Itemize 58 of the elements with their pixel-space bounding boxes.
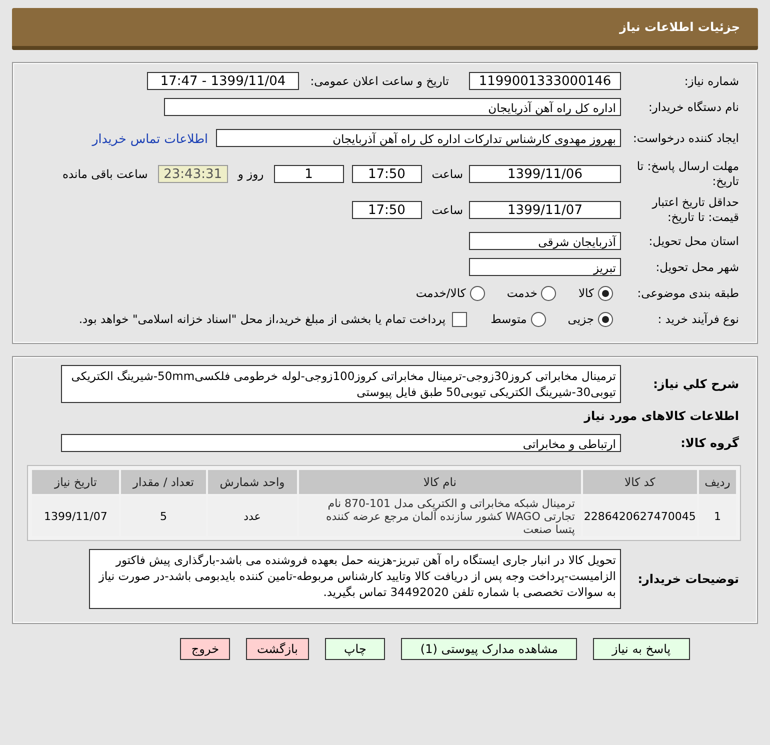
value-field: بهروز مهدوی کارشناس تدارکات اداره کل راه آهن آذربایجان bbox=[216, 129, 621, 147]
column-header: واحد شمارش bbox=[208, 470, 297, 494]
column-header: ردیف bbox=[698, 470, 736, 494]
page-title: جزئیات اطلاعات نیاز bbox=[619, 20, 740, 34]
field-label: نوع فرآیند خرید : bbox=[656, 312, 740, 326]
action-button[interactable]: چاپ bbox=[325, 638, 386, 660]
value-field: ارتباطی و مخابراتی bbox=[61, 434, 621, 452]
field-label: طبقه بندی موضوعی: bbox=[636, 286, 740, 300]
field-label: تاریخ و ساعت اعلان عمومی: bbox=[309, 74, 449, 88]
radio-button[interactable] bbox=[470, 286, 485, 300]
field-label: روز و bbox=[238, 167, 264, 181]
value-field: 1199001333000146 bbox=[469, 72, 621, 90]
radio-button[interactable] bbox=[530, 312, 546, 326]
value-field: 17:50 bbox=[352, 201, 422, 219]
radio-label: کالا bbox=[578, 286, 594, 300]
notes-field: تحویل کالا در انبار جاری ایستگاه راه آهن تبریز-هزینه حمل بعهده فروشنده می باشد-بارگذاری پیش فاکتور الزامیست-پرداخت وجه پس از دریافت کالا وتایید کارشناس مربوطه-تامین کننده بایدبومی باشد-در صورت نیاز به سوالات تخصصی با شماره تلفن 34492020 تماس بگیرید. bbox=[89, 549, 621, 609]
value-field: اداره کل راه آهن آذربایجان bbox=[164, 98, 621, 116]
column-header: کد کالا bbox=[582, 470, 697, 494]
section-heading: اطلاعات کالاهای مورد نیاز bbox=[582, 409, 740, 423]
action-button[interactable]: بازگشت bbox=[246, 638, 309, 660]
field-label: گروه کالا: bbox=[680, 436, 740, 450]
radio-label: خدمت bbox=[506, 286, 538, 300]
action-button[interactable]: مشاهده مدارک پیوستی (1) bbox=[401, 638, 577, 660]
field-label: نام دستگاه خریدار: bbox=[647, 100, 740, 114]
value-field: 1399/11/04 - 17:47 bbox=[147, 72, 299, 90]
checkbox[interactable] bbox=[452, 312, 467, 326]
checkbox-label: پرداخت تمام یا بخشی از مبلغ خرید،از محل "اسناد خزانه اسلامی" خواهد بود. bbox=[78, 312, 446, 326]
value-field: 1399/11/06 bbox=[469, 165, 621, 183]
description-field: ترمینال مخابراتی کروز30زوجی-ترمینال مخابراتی کروز100زوجی-لوله خرطومی فلکسی50mm-شیرینگ الکتریکی تیوبی30-شیرینگ الکتریکی تیوبی50 طبق فایل پیوستی bbox=[61, 365, 621, 403]
radio-button[interactable] bbox=[598, 286, 613, 300]
countdown-field: 23:43:31 bbox=[158, 165, 228, 183]
contact-link[interactable]: اطلاعات تماس خریدار bbox=[92, 130, 208, 146]
column-header: تعداد / مقدار bbox=[121, 470, 206, 494]
action-button[interactable]: خروج bbox=[180, 638, 230, 660]
field-label: ساعت bbox=[432, 203, 463, 217]
column-header: تاریخ نیاز bbox=[32, 470, 120, 494]
action-button[interactable]: پاسخ به نیاز bbox=[592, 638, 690, 660]
field-label: شماره نیاز: bbox=[683, 74, 740, 88]
field-label: شهر محل تحویل: bbox=[654, 260, 740, 274]
field-label: مهلت ارسال پاسخ: تا تاریخ: bbox=[636, 159, 740, 189]
value-field: 1 bbox=[274, 165, 344, 183]
column-header: نام کالا bbox=[298, 470, 581, 494]
radio-label: متوسط bbox=[490, 312, 527, 326]
field-label: حداقل تاریخ اعتبار قیمت: تا تاریخ: bbox=[650, 195, 740, 225]
field-label: شرح كلي نياز: bbox=[652, 376, 740, 392]
value-field: 17:50 bbox=[352, 165, 422, 183]
radio-label: کالا/خدمت bbox=[416, 286, 466, 300]
field-label: توضیحات خریدار: bbox=[636, 572, 740, 586]
radio-label: جزیی bbox=[568, 312, 594, 326]
field-label: ساعت باقی مانده bbox=[62, 167, 148, 181]
field-label: ایجاد کننده درخواست: bbox=[632, 130, 740, 146]
radio-button[interactable] bbox=[598, 312, 613, 326]
radio-button[interactable] bbox=[541, 286, 556, 300]
field-label: استان محل تحویل: bbox=[648, 234, 740, 248]
value-field: تبریز bbox=[469, 258, 621, 276]
value-field: آذربایجان شرقی bbox=[469, 232, 621, 250]
field-label: ساعت bbox=[432, 167, 463, 181]
value-field: 1399/11/07 bbox=[469, 201, 621, 219]
